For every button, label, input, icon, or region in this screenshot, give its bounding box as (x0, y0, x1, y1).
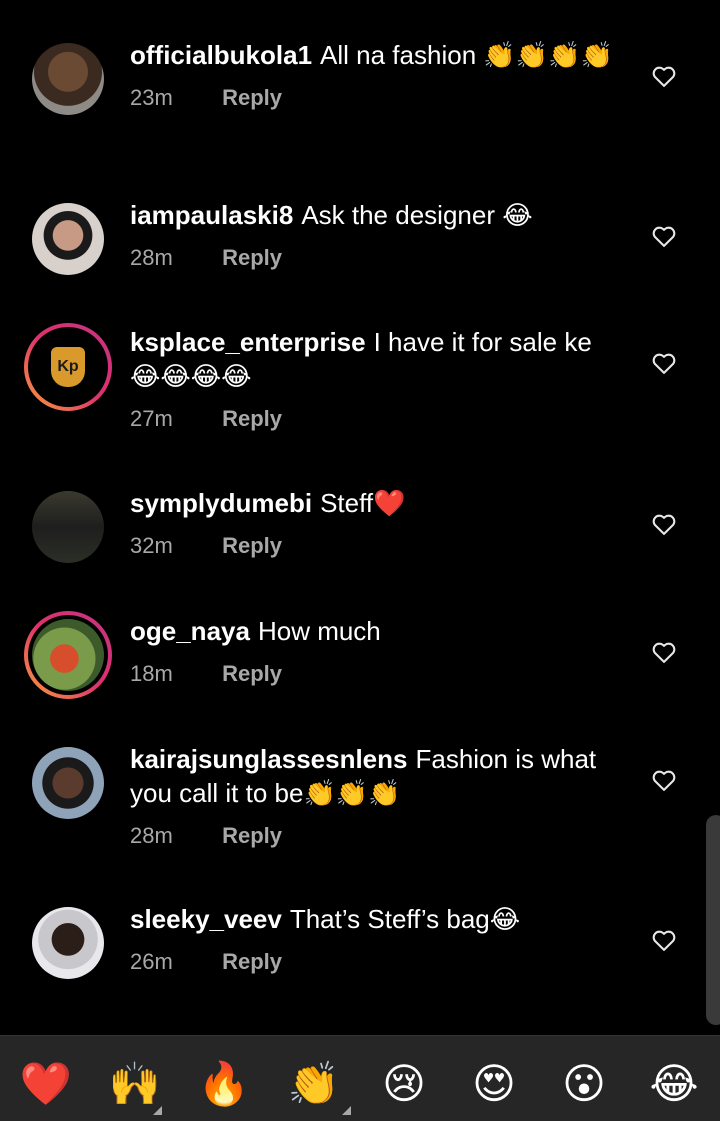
reply-button[interactable]: Reply (222, 245, 282, 270)
comment-text: Steff (320, 488, 374, 518)
reply-button[interactable]: Reply (222, 406, 282, 431)
comment-text: I have it for sale ke (373, 327, 592, 357)
comment-username[interactable]: ksplace_enterprise (130, 327, 366, 357)
avatar[interactable] (32, 43, 104, 115)
ksplace-logo-icon: Kp (57, 358, 79, 375)
reply-button[interactable]: Reply (222, 85, 282, 110)
emoji-heart-button[interactable]: ❤️ (18, 1056, 74, 1112)
heart-outline-icon[interactable] (650, 510, 678, 538)
comment-emoji: 😂😂😂😂 (130, 362, 252, 392)
comment-emoji: 😂 (502, 201, 533, 231)
heart-outline-icon[interactable] (650, 638, 678, 666)
heart-outline-icon[interactable] (650, 62, 678, 90)
heart-outline-icon[interactable] (650, 222, 678, 250)
emoji-heart-eyes-button[interactable]: 😍 (466, 1056, 522, 1112)
emoji-laughing-button[interactable]: 😂 (646, 1056, 702, 1112)
comment-text: All na fashion (320, 40, 477, 70)
variant-indicator-icon (153, 1106, 162, 1115)
comment-time: 26m (130, 949, 173, 974)
avatar[interactable] (32, 203, 104, 275)
comment-username[interactable]: officialbukola1 (130, 40, 312, 70)
comment-time: 28m (130, 245, 173, 270)
avatar[interactable] (32, 907, 104, 979)
comment-emoji: 👏👏👏👏 (483, 41, 613, 71)
emoji-crying-button[interactable]: 😢 (376, 1056, 432, 1112)
comment-emoji: 👏👏👏 (303, 779, 401, 809)
avatar[interactable] (32, 747, 104, 819)
scroll-handle[interactable] (706, 815, 720, 1025)
comment-time: 27m (130, 406, 173, 431)
avatar[interactable] (24, 611, 112, 699)
comment-username[interactable]: kairajsunglassesnlens (130, 744, 407, 774)
heart-outline-icon[interactable] (650, 766, 678, 794)
reply-button[interactable]: Reply (222, 823, 282, 848)
avatar[interactable] (32, 491, 104, 563)
emoji-raised-hands-button[interactable]: 🙌 (107, 1056, 163, 1112)
heart-outline-icon[interactable] (650, 349, 678, 377)
comment-text: Ask the designer (301, 200, 495, 230)
comment-username[interactable]: sleeky_veev (130, 904, 282, 934)
comment-username[interactable]: iampaulaski8 (130, 200, 293, 230)
emoji-fire-button[interactable]: 🔥 (196, 1056, 252, 1112)
reply-button[interactable]: Reply (222, 661, 282, 686)
emoji-clap-button[interactable]: 👏 (286, 1056, 342, 1112)
comment-username[interactable]: oge_naya (130, 616, 250, 646)
variant-indicator-icon (342, 1106, 351, 1115)
comments-list: officialbukola1 All na fashion 👏👏👏👏 23m R… (0, 0, 720, 1035)
reply-button[interactable]: Reply (222, 949, 282, 974)
emoji-surprised-button[interactable]: 😮 (556, 1056, 612, 1112)
quick-emoji-bar: ❤️ 🙌 🔥 👏 😢 😍 😮 😂 (0, 1035, 720, 1121)
comment-time: 18m (130, 661, 173, 686)
reply-button[interactable]: Reply (222, 533, 282, 558)
comment-time: 23m (130, 85, 173, 110)
comment-text: That’s Steff’s bag (289, 904, 490, 934)
heart-outline-icon[interactable] (650, 926, 678, 954)
avatar[interactable]: Kp (24, 323, 112, 411)
comment-emoji: 😂 (489, 905, 521, 935)
comment-time: 28m (130, 823, 173, 848)
comment-username[interactable]: symplydumebi (130, 488, 312, 518)
comment-emoji: ❤️ (373, 489, 406, 519)
comment-time: 32m (130, 533, 173, 558)
comment-text: How much (257, 616, 381, 646)
